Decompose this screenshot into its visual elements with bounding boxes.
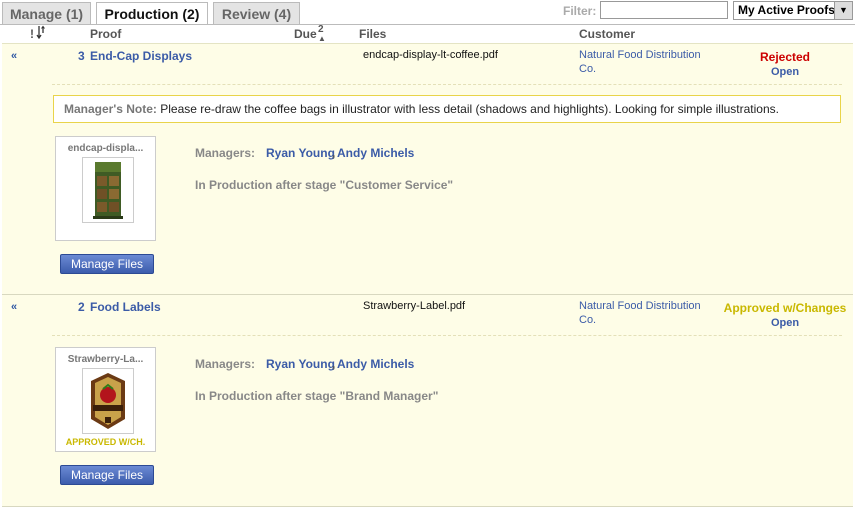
proof-link[interactable]: End-Cap Displays	[90, 49, 192, 63]
table-header: ! Proof Due 2 ▲ Files Customer	[2, 24, 853, 44]
tab-manage[interactable]: Manage (1)	[2, 2, 91, 24]
status-badge: Rejected	[759, 50, 811, 64]
divider	[52, 335, 842, 336]
thumbnail-image	[82, 368, 134, 434]
customer-name: Natural Food Distribution	[579, 300, 701, 312]
collapse-icon[interactable]: «	[8, 301, 20, 313]
managers-note: Manager's Note: Please re-draw the coffe…	[53, 95, 841, 123]
chevron-down-icon[interactable]: ▼	[834, 2, 852, 19]
manager-link[interactable]: Andy Michels	[337, 146, 414, 160]
open-link[interactable]: Open	[715, 317, 855, 329]
thumbnail-name: endcap-displa...	[67, 143, 144, 154]
manager-link[interactable]: Ryan Young	[266, 146, 335, 160]
thumbnail-status: APPROVED W/CH.	[65, 437, 146, 447]
manage-files-button[interactable]: Manage Files	[60, 465, 154, 485]
managers-label: Managers:	[195, 357, 256, 371]
proof-thumbnail[interactable]: Strawberry-La... APPROVED W/CH.	[55, 347, 156, 452]
tab-review[interactable]: Review (4)	[213, 2, 300, 24]
customer-name-cont: Co.	[579, 63, 597, 75]
priority-header[interactable]: !	[30, 27, 34, 41]
proof-link[interactable]: Food Labels	[90, 300, 161, 314]
tab-production[interactable]: Production (2)	[96, 2, 208, 25]
stage-text: In Production after stage "Customer Serv…	[195, 178, 454, 192]
customer-header[interactable]: Customer	[579, 27, 635, 41]
proof-number: 3	[78, 49, 85, 63]
note-text: Please re-draw the coffee bags in illust…	[160, 102, 779, 116]
managers-label: Managers:	[195, 146, 256, 160]
sort-arrows-icon[interactable]	[36, 25, 46, 42]
proof-thumbnail[interactable]: endcap-displa...	[55, 136, 156, 241]
due-header[interactable]: Due	[294, 27, 317, 41]
divider	[52, 84, 842, 85]
proof-group: « 3 End-Cap Displays endcap-display-lt-c…	[2, 44, 853, 295]
proof-scope-select[interactable]: My Active Proofs ▼	[733, 1, 853, 20]
customer-link[interactable]: Natural Food Distribution Co.	[579, 299, 709, 327]
stage-text: In Production after stage "Brand Manager…	[195, 389, 439, 403]
files-header[interactable]: Files	[359, 27, 386, 41]
customer-link[interactable]: Natural Food Distribution Co.	[579, 48, 709, 76]
proof-number: 2	[78, 300, 85, 314]
note-label: Manager's Note:	[64, 102, 157, 116]
open-link[interactable]: Open	[715, 66, 855, 78]
manager-link[interactable]: Ryan Young	[266, 357, 335, 371]
proof-scope-value: My Active Proofs	[738, 3, 835, 17]
manager-link[interactable]: Andy Michels	[337, 357, 414, 371]
file-name: Strawberry-Label.pdf	[363, 300, 466, 312]
thumbnail-image	[82, 157, 134, 223]
thumbnail-name: Strawberry-La...	[67, 354, 144, 365]
proof-header[interactable]: Proof	[90, 27, 121, 41]
sort-asc-icon[interactable]: ▲	[318, 34, 326, 43]
filter-label: Filter:	[563, 4, 597, 18]
manage-files-button[interactable]: Manage Files	[60, 254, 154, 274]
comma: ,	[332, 146, 336, 160]
customer-name-cont: Co.	[579, 314, 597, 326]
filter-input[interactable]	[600, 1, 728, 19]
status-badge: Approved w/Changes	[723, 301, 847, 315]
customer-name: Natural Food Distribution	[579, 49, 701, 61]
proof-group: « 2 Food Labels Strawberry-Label.pdf Nat…	[2, 295, 853, 507]
comma: ,	[332, 357, 336, 371]
collapse-icon[interactable]: «	[8, 50, 20, 62]
file-name: endcap-display-lt-coffee.pdf	[363, 49, 498, 61]
